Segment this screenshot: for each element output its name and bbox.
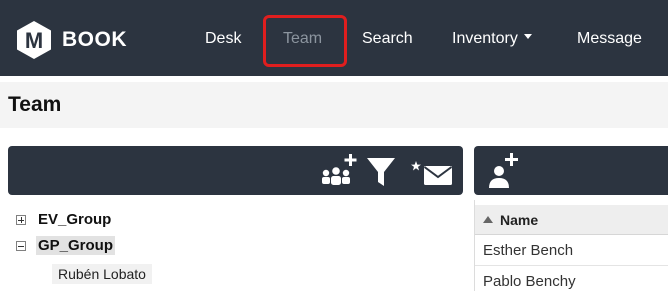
bulk-message-icon[interactable]: [410, 152, 454, 195]
user-name: Esther Bench: [483, 242, 574, 259]
expand-icon[interactable]: [16, 214, 26, 225]
chevron-down-icon: [523, 34, 532, 40]
logo-letter: M: [25, 28, 43, 53]
tree-node-gp-group[interactable]: GP_Group: [8, 236, 116, 255]
brand-logo[interactable]: M BOOK: [14, 18, 127, 62]
brand-name: BOOK: [62, 28, 127, 51]
tree-node-member[interactable]: Rubén Lobato: [52, 264, 152, 284]
nav-search[interactable]: Search: [362, 30, 413, 48]
group-label[interactable]: GP_Group: [36, 236, 116, 255]
sort-ascending-icon: [483, 216, 493, 223]
nav-desk[interactable]: Desk: [205, 30, 241, 48]
member-label[interactable]: Rubén Lobato: [52, 264, 152, 284]
add-group-icon[interactable]: [314, 152, 358, 195]
users-toolbar: [474, 146, 668, 195]
grid-header-name[interactable]: Name: [475, 205, 668, 235]
logo-badge-icon: M: [14, 20, 54, 60]
filter-icon[interactable]: [365, 152, 397, 195]
add-user-icon[interactable]: [484, 150, 524, 195]
top-navbar: M BOOK Desk Team Search Inventory Messag…: [0, 0, 668, 76]
page-header: Team: [0, 82, 668, 128]
tree-node-ev-group[interactable]: EV_Group: [8, 210, 113, 229]
active-nav-highlight: [263, 15, 347, 67]
nav-inventory[interactable]: Inventory: [452, 30, 532, 48]
column-header-label: Name: [500, 211, 539, 228]
user-name: Pablo Benchy: [483, 273, 576, 290]
nav-inventory-label: Inventory: [452, 30, 518, 47]
collapse-icon[interactable]: [16, 240, 26, 251]
groups-toolbar: [8, 146, 463, 195]
table-row[interactable]: Pablo Benchy: [475, 267, 668, 291]
nav-message[interactable]: Message: [577, 30, 642, 48]
page-title: Team: [8, 93, 62, 116]
table-row[interactable]: Esther Bench: [475, 236, 668, 266]
group-tree: EV_Group GP_Group Rubén Lobato: [8, 200, 463, 291]
group-label[interactable]: EV_Group: [36, 210, 113, 229]
user-grid: Name Esther Bench Pablo Benchy: [474, 200, 668, 291]
